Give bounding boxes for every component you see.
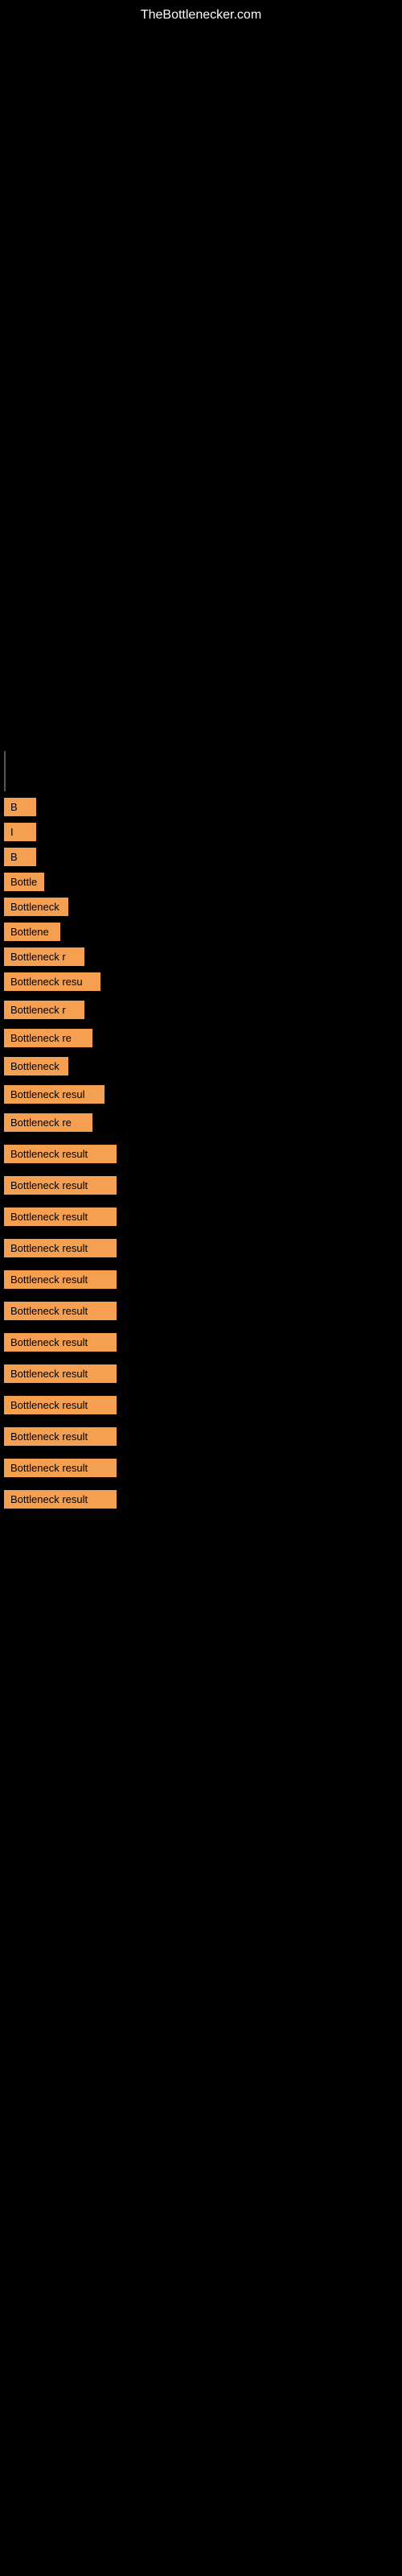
top-black-area: [0, 27, 402, 751]
bottleneck-item-1: B: [4, 798, 36, 816]
bottleneck-item-23: Bottleneck result: [4, 1427, 117, 1446]
bottleneck-item-22: Bottleneck result: [4, 1396, 117, 1414]
bottleneck-item-13: Bottleneck re: [4, 1113, 92, 1132]
bottleneck-item-17: Bottleneck result: [4, 1239, 117, 1257]
bottleneck-item-2: I: [4, 823, 36, 841]
bottleneck-item-7: Bottleneck r: [4, 947, 84, 966]
bottleneck-item-18: Bottleneck result: [4, 1270, 117, 1289]
bottleneck-item-9: Bottleneck r: [4, 1001, 84, 1019]
bottleneck-item-10: Bottleneck re: [4, 1029, 92, 1047]
site-title: TheBottlenecker.com: [0, 0, 402, 27]
bottleneck-list: BIB Bottle Bottleneck Bottlene Bottleneck r B…: [0, 798, 402, 1538]
bottleneck-item-19: Bottleneck result: [4, 1302, 117, 1320]
bottleneck-item-3: B: [4, 848, 36, 866]
bottleneck-item-4: Bottle: [4, 873, 44, 891]
bottleneck-item-11: Bottleneck: [4, 1057, 68, 1075]
page-wrapper: TheBottlenecker.com BIBBottleBottleneckB…: [0, 0, 402, 1538]
bottleneck-item-25: Bottleneck result: [4, 1490, 117, 1509]
bottleneck-item-16: Bottleneck result: [4, 1208, 117, 1226]
bottleneck-item-24: Bottleneck result: [4, 1459, 117, 1477]
bottleneck-item-21: Bottleneck result: [4, 1364, 117, 1383]
bottleneck-item-8: Bottleneck resu: [4, 972, 100, 991]
left-border: [4, 751, 6, 791]
bottleneck-item-14: Bottleneck result: [4, 1145, 117, 1163]
bottleneck-item-15: Bottleneck result: [4, 1176, 117, 1195]
bottleneck-item-20: Bottleneck result: [4, 1333, 117, 1352]
bottleneck-item-6: Bottlene: [4, 923, 60, 941]
bottleneck-item-5: Bottleneck: [4, 898, 68, 916]
bottleneck-item-12: Bottleneck resul: [4, 1085, 105, 1104]
